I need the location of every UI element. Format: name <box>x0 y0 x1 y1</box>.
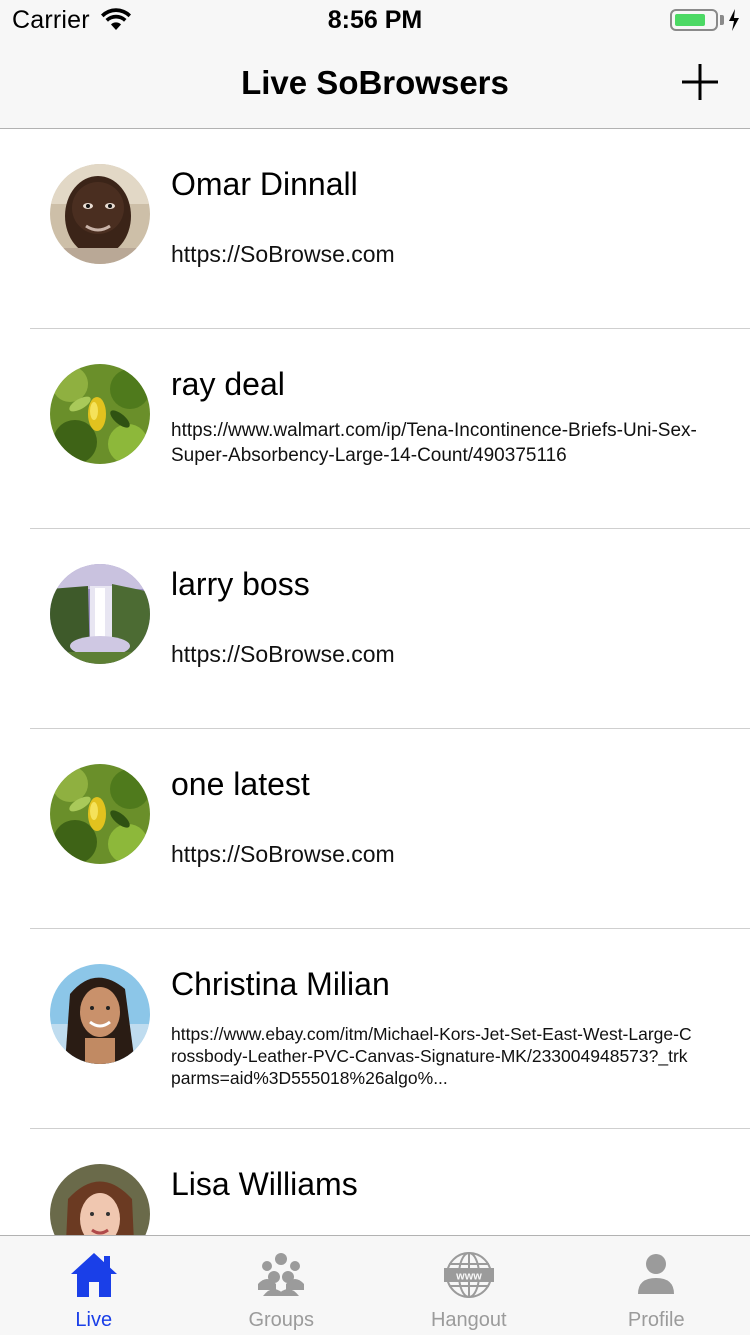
avatar-lemon-tree <box>50 364 150 464</box>
browser-url: https://SoBrowse.com <box>171 841 701 868</box>
group-icon <box>254 1250 308 1300</box>
list-item[interactable]: Omar Dinnall https://SoBrowse.com <box>0 129 750 329</box>
browser-url: https://www.ebay.com/itm/Michael-Kors-Je… <box>171 1023 693 1089</box>
tab-profile[interactable]: Profile <box>563 1236 750 1335</box>
browser-name: larry boss <box>171 566 310 603</box>
globe-www-icon: www <box>442 1250 496 1300</box>
list-item[interactable]: one latest https://SoBrowse.com <box>0 729 750 929</box>
avatar-waterfall <box>50 564 150 664</box>
charging-bolt-icon <box>727 8 741 32</box>
avatar-man-portrait <box>50 164 150 264</box>
battery-nub <box>720 15 724 25</box>
list-item[interactable]: Lisa Williams <box>0 1129 750 1235</box>
home-icon <box>67 1250 121 1300</box>
list-item[interactable]: ray deal https://www.walmart.com/ip/Tena… <box>0 329 750 529</box>
avatar-lemon-tree <box>50 764 150 864</box>
browser-name: Lisa Williams <box>171 1166 358 1203</box>
battery-level <box>675 14 705 26</box>
navigation-bar: Live SoBrowsers <box>0 40 750 129</box>
page-title: Live SoBrowsers <box>0 64 750 102</box>
avatar-woman-portrait-2 <box>50 1164 150 1235</box>
browser-name: ray deal <box>171 366 285 403</box>
live-browsers-list[interactable]: Omar Dinnall https://SoBrowse.com ray de… <box>0 129 750 1235</box>
plus-icon[interactable] <box>678 60 722 104</box>
status-bar: Carrier 8:56 PM <box>0 0 750 40</box>
clock: 8:56 PM <box>0 6 750 35</box>
browser-name: Omar Dinnall <box>171 166 358 203</box>
browser-url: https://www.walmart.com/ip/Tena-Incontin… <box>171 419 701 468</box>
browser-url: https://SoBrowse.com <box>171 241 701 268</box>
avatar-woman-portrait <box>50 964 150 1064</box>
tab-hangout[interactable]: www Hangout <box>375 1236 563 1335</box>
tab-groups[interactable]: Groups <box>188 1236 376 1335</box>
tab-bar: Live Groups <box>0 1235 750 1335</box>
browser-name: Christina Milian <box>171 966 390 1003</box>
tab-label: Profile <box>563 1309 750 1332</box>
battery-icon <box>670 9 718 31</box>
svg-text:www: www <box>455 1271 482 1283</box>
person-icon <box>629 1250 683 1300</box>
tab-label: Hangout <box>375 1309 563 1332</box>
browser-name: one latest <box>171 766 310 803</box>
tab-live[interactable]: Live <box>0 1236 188 1335</box>
list-item[interactable]: larry boss https://SoBrowse.com <box>0 529 750 729</box>
tab-label: Groups <box>188 1309 376 1332</box>
tab-label: Live <box>0 1309 188 1332</box>
list-item[interactable]: Christina Milian https://www.ebay.com/it… <box>0 929 750 1129</box>
browser-url: https://SoBrowse.com <box>171 641 701 668</box>
